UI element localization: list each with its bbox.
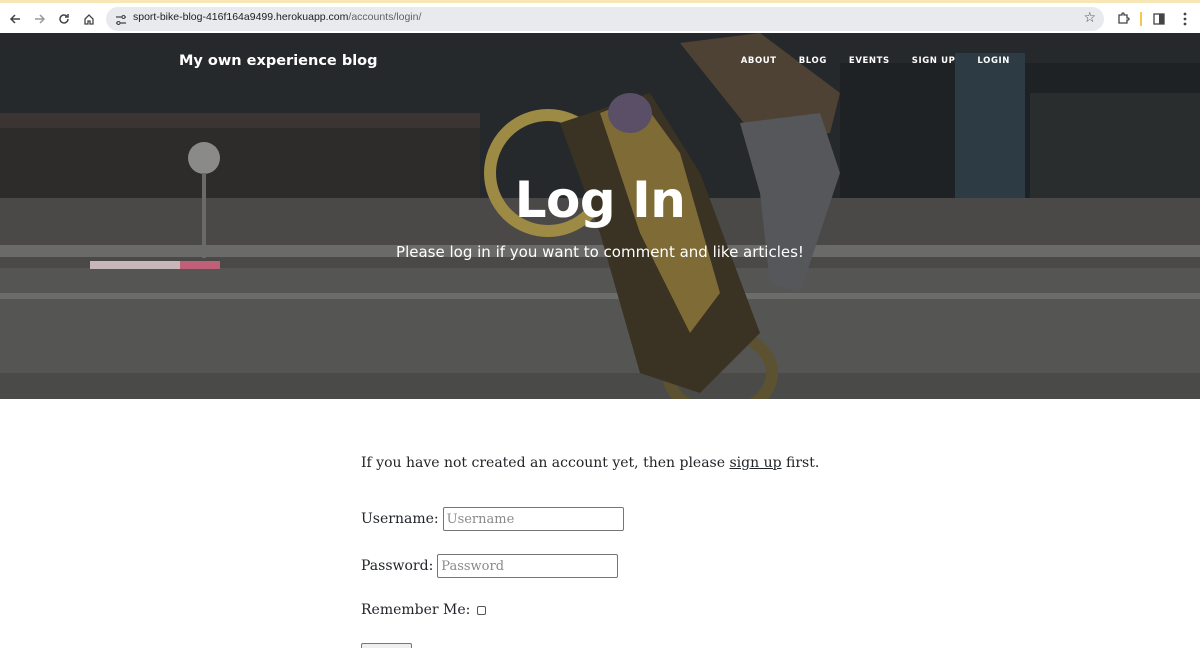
- remember-label: Remember Me:: [361, 602, 471, 618]
- forward-icon[interactable]: [30, 9, 50, 29]
- page-subtitle: Please log in if you want to comment and…: [396, 243, 804, 261]
- signup-prompt: If you have not created an account yet, …: [361, 455, 819, 471]
- username-label: Username:: [361, 511, 439, 527]
- menu-kebab-icon[interactable]: [1175, 9, 1195, 29]
- address-bar[interactable]: sport-bike-blog-416f164a9499.herokuapp.c…: [106, 7, 1104, 31]
- back-icon[interactable]: [5, 9, 25, 29]
- nav-sign-up[interactable]: SIGN UP: [912, 56, 956, 66]
- site-brand[interactable]: My own experience blog: [179, 53, 378, 69]
- main-nav: ABOUT BLOG EVENTS SIGN UP LOGIN: [741, 56, 1010, 66]
- bookmark-star-icon[interactable]: ☆: [1083, 10, 1096, 26]
- browser-toolbar: sport-bike-blog-416f164a9499.herokuapp.c…: [0, 0, 1200, 33]
- page-title: Log In: [514, 171, 686, 229]
- sign-in-button[interactable]: [361, 643, 412, 648]
- password-row: Password:: [361, 554, 619, 578]
- nav-blog[interactable]: BLOG: [799, 56, 827, 66]
- username-field[interactable]: [442, 507, 624, 531]
- signup-prompt-end: first.: [781, 455, 820, 471]
- reload-icon[interactable]: [54, 9, 74, 29]
- nav-about[interactable]: ABOUT: [741, 56, 777, 66]
- home-icon[interactable]: [79, 9, 99, 29]
- username-row: Username:: [361, 507, 624, 531]
- url-path: /accounts/login/: [348, 11, 422, 23]
- nav-events[interactable]: EVENTS: [849, 56, 890, 66]
- extensions-icon[interactable]: [1113, 9, 1133, 29]
- url-text: sport-bike-blog-416f164a9499.herokuapp.c…: [133, 11, 421, 23]
- url-domain: sport-bike-blog-416f164a9499.herokuapp.c…: [133, 11, 349, 23]
- remember-row: Remember Me:: [361, 602, 487, 618]
- sign-up-link[interactable]: sign up: [729, 455, 781, 471]
- password-field[interactable]: [437, 554, 619, 578]
- side-panel-icon[interactable]: [1149, 9, 1169, 29]
- signup-prompt-text: If you have not created an account yet, …: [361, 455, 730, 471]
- password-label: Password:: [361, 558, 434, 574]
- hero-header: My own experience blog ABOUT BLOG EVENTS…: [0, 33, 1200, 399]
- toolbar-divider: [1140, 12, 1142, 26]
- remember-me-checkbox[interactable]: [477, 605, 487, 615]
- nav-login[interactable]: LOGIN: [977, 56, 1010, 66]
- site-info-icon[interactable]: [114, 12, 128, 26]
